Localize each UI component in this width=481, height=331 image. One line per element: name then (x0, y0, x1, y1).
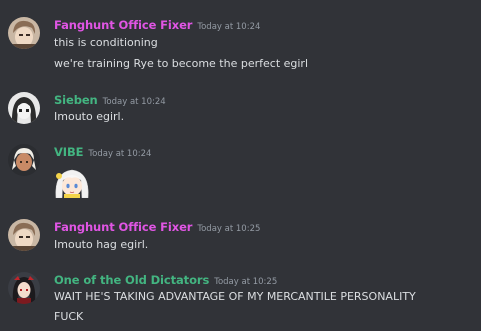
username[interactable]: VIBE (54, 145, 84, 159)
user-avatar-icon (8, 92, 40, 124)
message-header: One of the Old Dictators Today at 10:25 (54, 271, 277, 290)
username[interactable]: Fanghunt Office Fixer (54, 220, 192, 234)
message-text: we're training Rye to become the perfect… (54, 57, 309, 70)
anime-girl-emoji-icon[interactable] (52, 166, 92, 199)
avatar[interactable] (8, 144, 40, 176)
user-avatar-icon (8, 17, 40, 49)
message-header: Fanghunt Office Fixer Today at 10:24 (54, 16, 260, 35)
avatar[interactable] (8, 219, 40, 251)
username[interactable]: Fanghunt Office Fixer (54, 18, 192, 32)
message-text: Imouto egirl. (54, 110, 125, 123)
user-avatar-icon (8, 144, 40, 176)
user-avatar-icon (8, 272, 40, 304)
timestamp[interactable]: Today at 10:24 (88, 149, 151, 159)
avatar[interactable] (8, 272, 40, 304)
message-header: Fanghunt Office Fixer Today at 10:25 (54, 218, 260, 237)
timestamp[interactable]: Today at 10:25 (197, 224, 260, 234)
message-text: FUCK (54, 310, 84, 323)
message-header: VIBE Today at 10:24 (54, 143, 151, 162)
message-text: Imouto hag egirl. (54, 238, 149, 251)
user-avatar-icon (8, 219, 40, 251)
avatar[interactable] (8, 92, 40, 124)
avatar[interactable] (8, 17, 40, 49)
timestamp[interactable]: Today at 10:25 (214, 277, 277, 287)
message-text: WAIT HE'S TAKING ADVANTAGE OF MY MERCANT… (54, 290, 416, 303)
message-text: this is conditioning (54, 36, 158, 49)
message-header: Sieben Today at 10:24 (54, 91, 166, 110)
timestamp[interactable]: Today at 10:24 (103, 97, 166, 107)
username[interactable]: One of the Old Dictators (54, 273, 209, 287)
username[interactable]: Sieben (54, 93, 98, 107)
timestamp[interactable]: Today at 10:24 (197, 22, 260, 32)
